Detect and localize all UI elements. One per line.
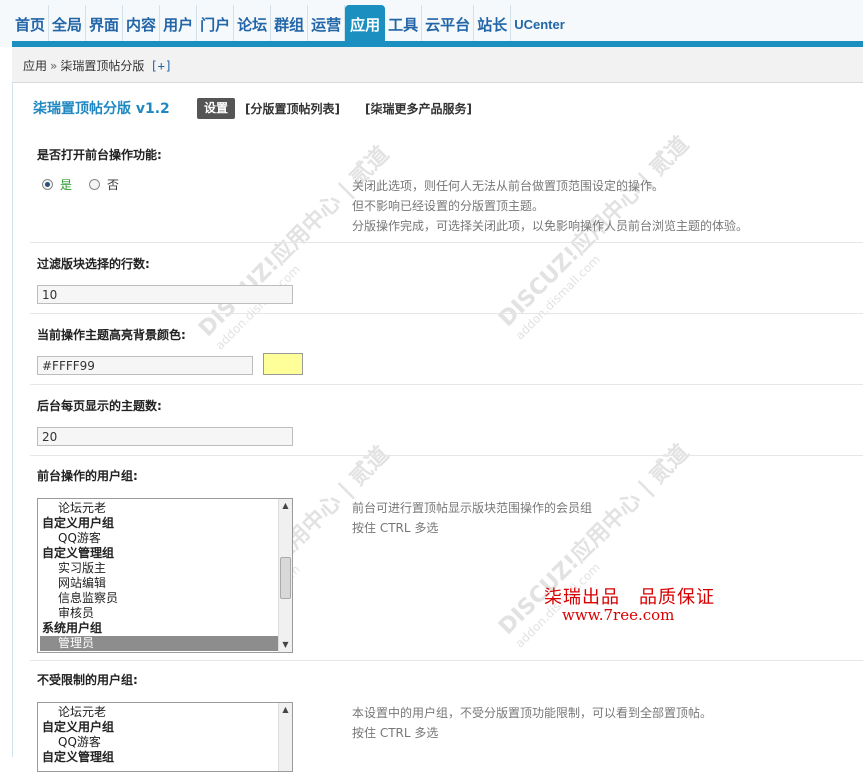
option-group: 自定义用户组 xyxy=(42,720,115,734)
nav-tab-operation[interactable]: 运营 xyxy=(308,5,346,41)
tab-settings[interactable]: 设置 xyxy=(197,98,235,119)
radio-yes-label: 是 xyxy=(60,178,73,192)
option[interactable]: QQ游客 xyxy=(40,735,278,750)
plugin-title: 柒瑞置顶帖分版 v1.2 xyxy=(33,101,170,117)
breadcrumb-bar: 应用» 柒瑞置顶帖分版 [+] xyxy=(12,47,863,83)
front-groups-select[interactable]: 论坛元老 自定义用户组 QQ游客 自定义管理组 实习版主 网站编辑 信息监察员 … xyxy=(37,498,293,653)
unlimited-groups-label: 不受限制的用户组: xyxy=(37,673,138,687)
scroll-thumb[interactable] xyxy=(280,557,291,599)
option[interactable]: 网站编辑 xyxy=(40,576,278,591)
breadcrumb-root[interactable]: 应用 xyxy=(23,59,47,73)
add-shortcut-button[interactable]: [+] xyxy=(150,59,172,73)
nav-tab-portal[interactable]: 门户 xyxy=(197,5,235,41)
nav-tab-apps[interactable]: 应用 xyxy=(345,5,386,41)
divider xyxy=(30,660,863,661)
divider xyxy=(30,384,863,385)
front-groups-hint: 前台可进行置顶帖显示版块范围操作的会员组 按住 CTRL 多选 xyxy=(352,501,593,535)
option-group: 自定义管理组 xyxy=(42,546,115,560)
filter-rows-input[interactable]: 10 xyxy=(37,285,293,304)
per-page-input[interactable]: 20 xyxy=(37,427,293,446)
divider xyxy=(30,455,863,456)
nav-tab-home[interactable]: 首页 xyxy=(12,5,50,41)
content-left-border xyxy=(12,82,13,757)
option-selected[interactable]: 管理员 xyxy=(40,636,278,651)
scrollbar[interactable]: ▲ xyxy=(278,703,292,771)
nav-tab-global[interactable]: 全局 xyxy=(49,5,87,41)
filter-rows-label: 过滤版块选择的行数: xyxy=(37,257,150,271)
highlight-color-input[interactable]: #FFFF99 xyxy=(37,356,253,375)
nav-tab-founder[interactable]: 站长 xyxy=(474,5,512,41)
tab-more-products[interactable]: [柒瑞更多产品服务] xyxy=(365,100,472,117)
radio-no-label: 否 xyxy=(107,178,120,192)
breadcrumb-current: 柒瑞置顶帖分版 xyxy=(60,59,145,73)
highlight-color-label: 当前操作主题高亮背景颜色: xyxy=(37,328,186,342)
frontend-op-yes[interactable]: 是 xyxy=(42,176,72,193)
front-groups-label: 前台操作的用户组: xyxy=(37,469,138,483)
unlimited-groups-hint: 本设置中的用户组，不受分版置顶功能限制，可以看到全部置顶帖。 按住 CTRL 多… xyxy=(352,706,713,740)
nav-tab-tools[interactable]: 工具 xyxy=(385,5,423,41)
scroll-down-icon[interactable]: ▼ xyxy=(279,638,292,652)
frontend-op-hint: 关闭此选项，则任何人无法从前台做置顶范围设定的操作。 但不影响已经设置的分版置顶… xyxy=(352,179,749,233)
option-group: 自定义管理组 xyxy=(42,750,115,764)
option[interactable]: 审核员 xyxy=(40,606,278,621)
breadcrumb-separator: » xyxy=(50,59,58,73)
select-options: 论坛元老 自定义用户组 QQ游客 自定义管理组 xyxy=(40,705,278,765)
scroll-up-icon[interactable]: ▲ xyxy=(279,499,292,513)
divider xyxy=(30,242,863,243)
nav-tab-forum[interactable]: 论坛 xyxy=(234,5,272,41)
color-picker-swatch[interactable] xyxy=(263,353,303,375)
radio-unchecked-icon[interactable] xyxy=(89,179,100,190)
divider xyxy=(30,313,863,314)
option[interactable]: 实习版主 xyxy=(40,561,278,576)
scrollbar[interactable]: ▲ ▼ xyxy=(278,499,292,652)
nav-tab-cloud[interactable]: 云平台 xyxy=(422,5,475,41)
top-nav-bar: 首页 全局 界面 内容 用户 门户 论坛 群组 运营 应用 工具 云平台 站长 … xyxy=(0,0,863,47)
option[interactable]: 信息监察员 xyxy=(40,591,278,606)
brand-url: www.7ree.com xyxy=(562,606,675,624)
nav-tab-ucenter[interactable]: UCenter xyxy=(511,5,568,41)
radio-checked-icon[interactable] xyxy=(42,179,53,190)
option[interactable]: QQ游客 xyxy=(40,531,278,546)
watermark: DISCUZ!应用中心 | 贰道addon.dismall.com xyxy=(194,142,395,353)
option-group: 自定义用户组 xyxy=(42,516,115,530)
frontend-op-no[interactable]: 否 xyxy=(89,176,119,193)
option[interactable]: 论坛元老 xyxy=(40,705,278,720)
nav-tab-content[interactable]: 内容 xyxy=(123,5,161,41)
scroll-up-icon[interactable]: ▲ xyxy=(279,703,292,717)
per-page-label: 后台每页显示的主题数: xyxy=(37,399,162,413)
nav-tab-style[interactable]: 界面 xyxy=(86,5,124,41)
unlimited-groups-select[interactable]: 论坛元老 自定义用户组 QQ游客 自定义管理组 ▲ xyxy=(37,702,293,772)
nav-tab-group[interactable]: 群组 xyxy=(271,5,309,41)
frontend-op-label: 是否打开前台操作功能: xyxy=(37,148,162,162)
tab-sticky-list[interactable]: [分版置顶帖列表] xyxy=(245,100,340,117)
top-nav-tabs: 首页 全局 界面 内容 用户 门户 论坛 群组 运营 应用 工具 云平台 站长 … xyxy=(12,5,568,41)
nav-tab-user[interactable]: 用户 xyxy=(160,5,198,41)
select-options: 论坛元老 自定义用户组 QQ游客 自定义管理组 实习版主 网站编辑 信息监察员 … xyxy=(40,501,278,651)
option[interactable]: 论坛元老 xyxy=(40,501,278,516)
breadcrumb: 应用» 柒瑞置顶帖分版 [+] xyxy=(23,57,172,74)
option-group: 系统用户组 xyxy=(42,621,103,635)
